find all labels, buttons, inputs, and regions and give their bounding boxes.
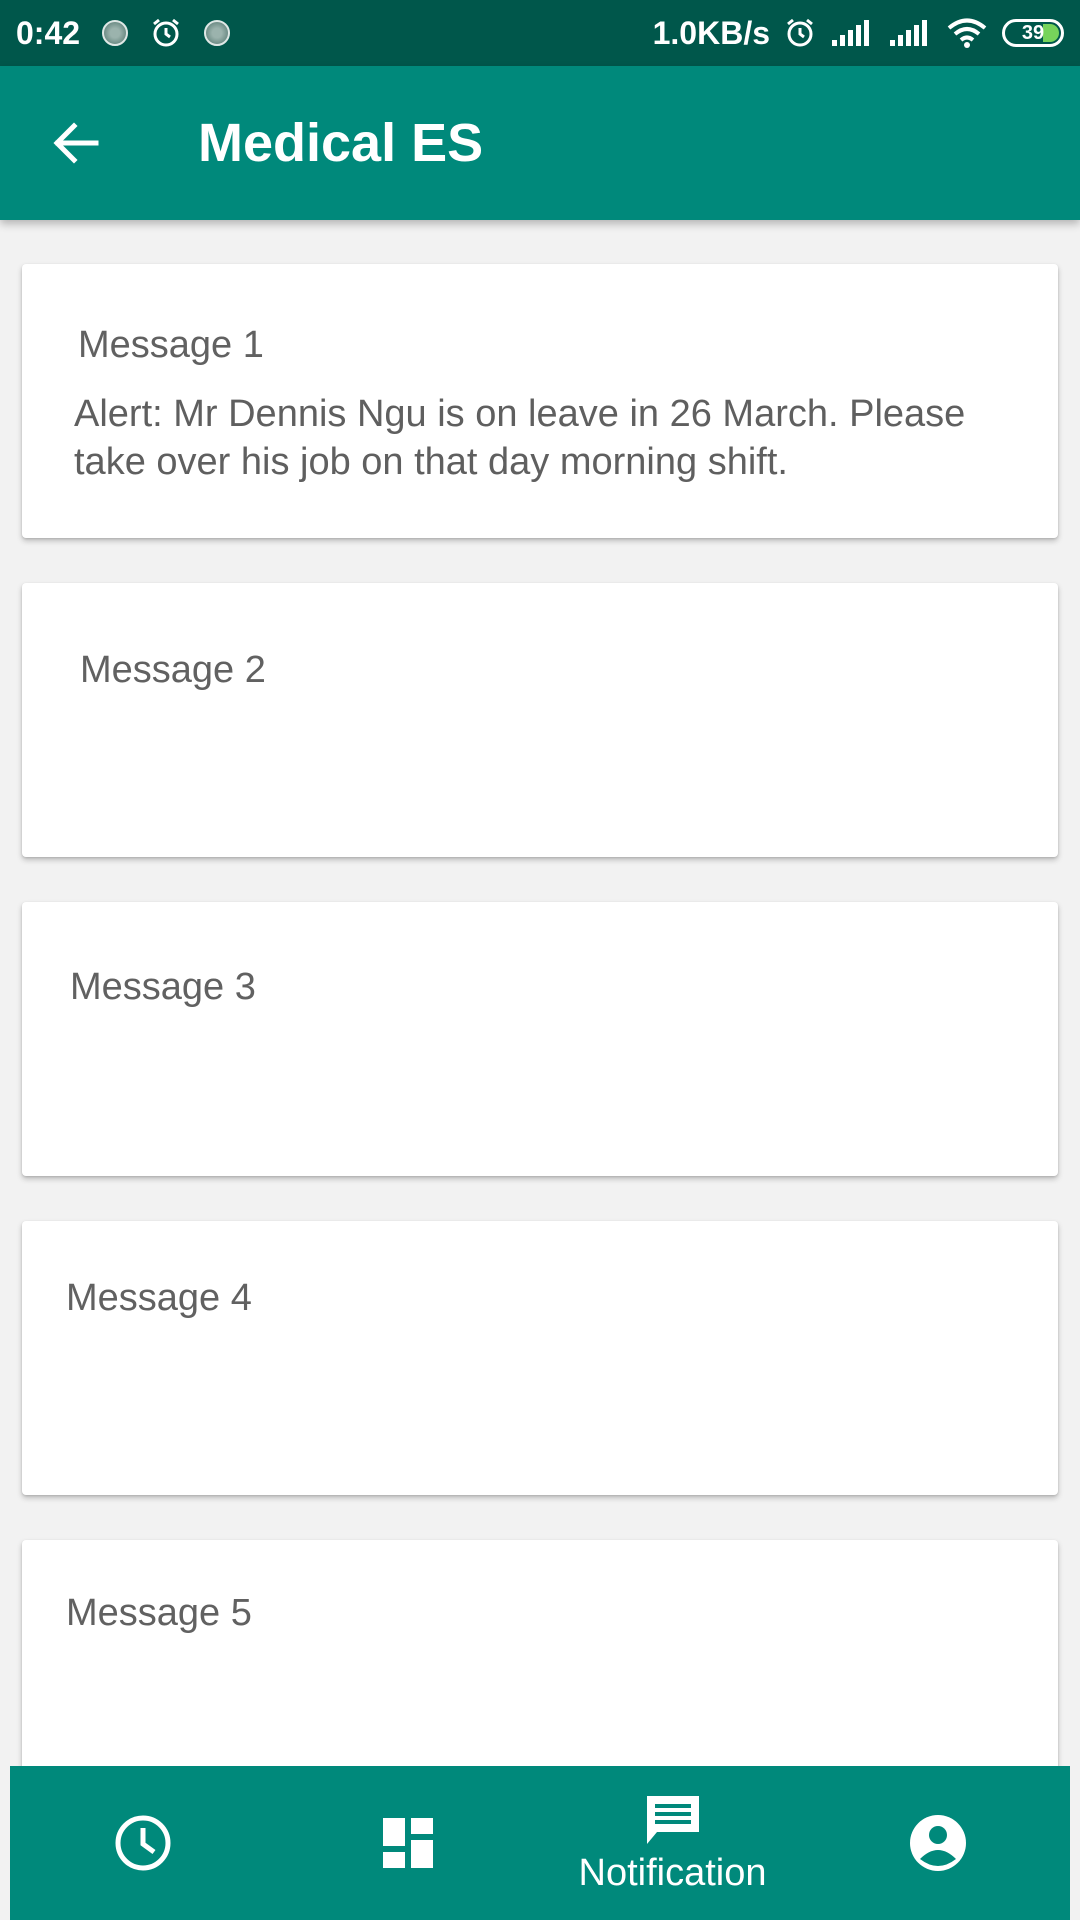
message-card-2[interactable]: Message 2 <box>22 583 1058 857</box>
message-title: Message 1 <box>78 324 264 366</box>
message-card-1[interactable]: Message 1 Alert: Mr Dennis Ngu is on lea… <box>22 264 1058 538</box>
wifi-icon <box>946 17 988 49</box>
status-bar: 0:42 1.0KB/s 39 <box>0 0 1080 66</box>
back-button[interactable] <box>44 111 108 175</box>
app-bar: Medical ES <box>0 66 1080 220</box>
message-card-5[interactable]: Message 5 <box>22 1540 1058 1766</box>
message-title: Message 5 <box>66 1592 252 1634</box>
nav-label: Notification <box>578 1851 767 1894</box>
notification-dot-icon <box>102 20 129 46</box>
signal-icon <box>830 18 874 48</box>
battery-level: 39 <box>1021 21 1045 44</box>
arrow-back-icon <box>53 122 99 164</box>
signal-icon <box>888 18 932 48</box>
page-title: Medical ES <box>198 113 484 173</box>
chat-icon <box>646 1795 699 1844</box>
message-body: Alert: Mr Dennis Ngu is on leave in 26 M… <box>74 393 966 483</box>
battery-icon: 39 <box>1002 19 1064 47</box>
message-card-4[interactable]: Message 4 <box>22 1221 1058 1495</box>
message-title: Message 2 <box>80 649 266 691</box>
message-card-3[interactable]: Message 3 <box>22 902 1058 1176</box>
notification-dot-icon <box>204 20 231 46</box>
bottom-navigation: Notification <box>10 1766 1070 1920</box>
nav-item-notification[interactable]: Notification <box>540 1766 805 1920</box>
network-speed: 1.0KB/s <box>652 14 770 51</box>
message-title: Message 4 <box>66 1277 252 1319</box>
status-time: 0:42 <box>16 14 81 51</box>
dashboard-icon <box>382 1818 433 1868</box>
nav-item-account[interactable] <box>805 1766 1070 1920</box>
alarm-icon <box>150 17 182 49</box>
nav-item-dashboard[interactable] <box>275 1766 540 1920</box>
nav-item-clock[interactable] <box>10 1766 275 1920</box>
account-circle-icon <box>909 1815 966 1871</box>
message-title: Message 3 <box>70 966 256 1008</box>
alarm-icon <box>784 17 816 49</box>
message-list[interactable]: Message 1 Alert: Mr Dennis Ngu is on lea… <box>0 220 1080 1766</box>
clock-icon <box>115 1815 170 1871</box>
